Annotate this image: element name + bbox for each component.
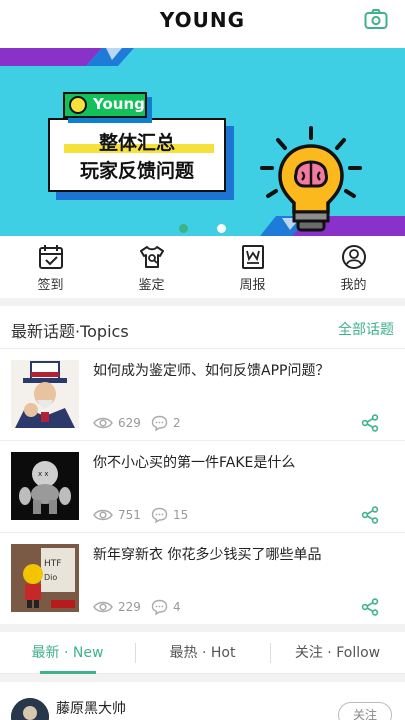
quick-nav: 签到 鉴定 周报 我的 <box>0 236 405 298</box>
calendar-check-icon <box>39 245 63 269</box>
topics-title: 最新话题·Topics <box>11 322 129 341</box>
topic-thumbnail: HTF Dio <box>11 544 79 612</box>
carousel-dots[interactable] <box>0 224 405 236</box>
tab-follow[interactable]: 关注 · Follow <box>270 632 405 674</box>
active-tab-indicator <box>40 671 96 674</box>
view-count: 629 <box>118 416 141 430</box>
banner-stripe-top <box>0 48 405 66</box>
nav-profile[interactable]: 我的 <box>303 236 404 298</box>
young-badge: Young <box>63 92 147 118</box>
topics-section: 最新话题·Topics 全部话题 如何成为鉴定师、如何反馈APP问题？ 629 <box>0 306 405 624</box>
comment-icon <box>151 599 168 615</box>
nav-label: 鉴定 <box>138 278 165 293</box>
promo-banner[interactable]: 整体汇总 玩家反馈问题 Young <box>0 48 405 236</box>
share-icon[interactable] <box>361 598 379 616</box>
app-header: YOUNG <box>0 0 405 48</box>
share-icon[interactable] <box>361 506 379 524</box>
nav-authenticate[interactable]: 鉴定 <box>101 236 202 298</box>
banner-line-2: 玩家反馈问题 <box>79 160 194 182</box>
carousel-dot-1[interactable] <box>179 224 188 233</box>
eye-icon <box>93 509 113 521</box>
weekly-report-icon <box>242 245 264 269</box>
topic-title: 你不小心买的第一件FAKE是什么 <box>93 455 296 471</box>
topic-item[interactable]: 如何成为鉴定师、如何反馈APP问题？ 629 2 <box>0 348 405 440</box>
banner-card: 整体汇总 玩家反馈问题 <box>48 118 226 192</box>
topic-thumbnail: x x <box>11 452 79 520</box>
follow-button[interactable]: 关注 <box>338 702 392 720</box>
svg-text:HTF: HTF <box>44 559 61 569</box>
topic-item[interactable]: HTF Dio 新年穿新衣 你花多少钱买了哪些单品 229 4 <box>0 532 405 624</box>
nav-checkin[interactable]: 签到 <box>0 236 101 298</box>
nav-label: 周报 <box>239 278 266 293</box>
tab-hot[interactable]: 最热 · Hot <box>135 632 270 674</box>
camera-icon[interactable] <box>364 8 388 30</box>
view-count: 229 <box>118 600 141 614</box>
comment-count: 2 <box>173 416 181 430</box>
nav-weekly[interactable]: 周报 <box>202 236 303 298</box>
tshirt-icon <box>140 246 164 268</box>
badge-label: Young <box>93 95 145 113</box>
avatar[interactable] <box>11 698 49 720</box>
topic-thumbnail <box>11 360 79 428</box>
comment-icon <box>151 415 168 431</box>
svg-text:Dio: Dio <box>44 573 57 582</box>
comment-count: 4 <box>173 600 181 614</box>
topic-item[interactable]: x x 你不小心买的第一件FAKE是什么 751 15 <box>0 440 405 532</box>
banner-line-1: 整体汇总 <box>98 132 175 154</box>
feed-tabs: 最新 · New 最热 · Hot 关注 · Follow <box>0 632 405 674</box>
eye-icon <box>93 601 113 613</box>
profile-icon <box>342 245 366 269</box>
nav-label: 我的 <box>340 278 367 293</box>
topic-title: 新年穿新衣 你花多少钱买了哪些单品 <box>93 547 322 563</box>
svg-text:x x: x x <box>38 470 49 478</box>
avatar-image <box>11 698 49 720</box>
topic-title: 如何成为鉴定师、如何反馈APP问题？ <box>93 363 330 379</box>
user-name[interactable]: 藤原黑大帅 <box>56 698 126 718</box>
comment-icon <box>151 507 168 523</box>
share-icon[interactable] <box>361 414 379 432</box>
uncle-sam-image <box>11 360 79 428</box>
all-topics-link[interactable]: 全部话题 <box>338 319 394 339</box>
feed-item[interactable]: 藤原黑大帅 关注 <box>0 682 405 720</box>
clock-icon <box>69 96 87 114</box>
nav-label: 签到 <box>37 278 64 293</box>
carousel-dot-2[interactable] <box>217 224 226 233</box>
toy-figure-image: HTF Dio <box>11 544 79 612</box>
comment-count: 15 <box>173 508 189 522</box>
view-count: 751 <box>118 508 141 522</box>
kaws-figure-image: x x <box>11 452 79 520</box>
eye-icon <box>93 417 113 429</box>
lightbulb-icon <box>260 126 362 232</box>
tab-new[interactable]: 最新 · New <box>0 632 135 674</box>
app-title: YOUNG <box>159 8 246 32</box>
